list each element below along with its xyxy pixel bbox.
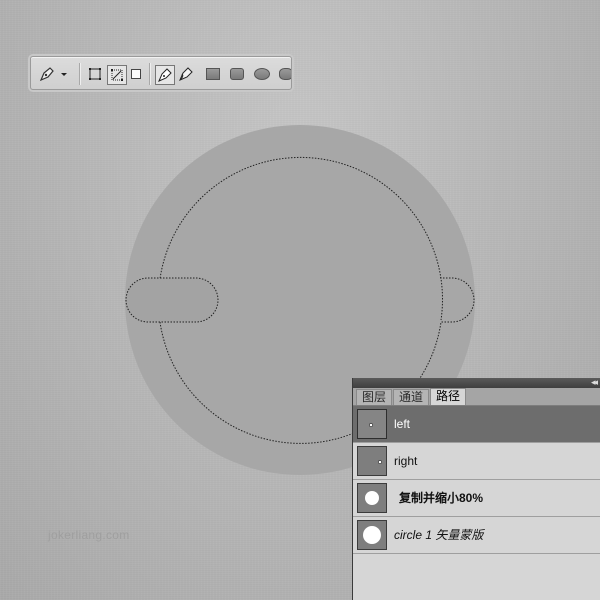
path-thumbnail: [357, 446, 387, 476]
ellipse-tool-icon[interactable]: [254, 68, 270, 80]
path-thumbnail: [357, 409, 387, 439]
paths-icon[interactable]: [107, 65, 127, 85]
panel-title-bar: ◂◂: [353, 377, 600, 388]
path-row-right[interactable]: right: [353, 443, 600, 480]
left-pill-path: [125, 277, 219, 323]
tab-channels[interactable]: 通道: [393, 389, 430, 405]
path-name: 复制并缩小80%: [399, 491, 484, 505]
paths-list: left right 复制并缩小80% circle 1 矢量蒙版: [353, 406, 600, 554]
tab-layers[interactable]: 图层: [356, 389, 393, 405]
tab-paths[interactable]: 路径: [430, 388, 467, 405]
pen-options-toolbar: [30, 56, 292, 90]
pen-icon[interactable]: [155, 65, 175, 85]
freeform-pen-icon[interactable]: [177, 65, 195, 83]
toolbar-separator: [79, 63, 80, 85]
path-thumbnail: [357, 483, 387, 513]
path-row-circle-vector-mask[interactable]: circle 1 矢量蒙版: [353, 517, 600, 554]
collapse-panel-icon[interactable]: ◂◂: [591, 377, 598, 387]
toolbar-separator: [149, 63, 150, 85]
watermark-text: jokerliang.com: [48, 528, 130, 542]
polygon-tool-icon[interactable]: [279, 68, 291, 80]
rectangle-tool-icon[interactable]: [206, 68, 220, 80]
paths-panel: ◂◂ 图层 通道 路径 left right 复制并缩小80% circle 1…: [352, 377, 600, 600]
rounded-rectangle-tool-icon[interactable]: [230, 68, 244, 80]
path-name: left: [394, 417, 411, 431]
fill-pixels-icon[interactable]: [129, 65, 143, 83]
shape-layers-icon[interactable]: [87, 65, 103, 83]
path-name: right: [394, 454, 418, 468]
path-row-left[interactable]: left: [353, 406, 600, 443]
panel-tabs: 图层 通道 路径: [353, 388, 600, 406]
dropdown-arrow-icon[interactable]: [59, 65, 69, 83]
pen-tool-icon[interactable]: [37, 65, 57, 83]
path-row-copy-scaled[interactable]: 复制并缩小80%: [353, 480, 600, 517]
path-name: circle 1 矢量蒙版: [394, 528, 484, 542]
path-thumbnail: [357, 520, 387, 550]
